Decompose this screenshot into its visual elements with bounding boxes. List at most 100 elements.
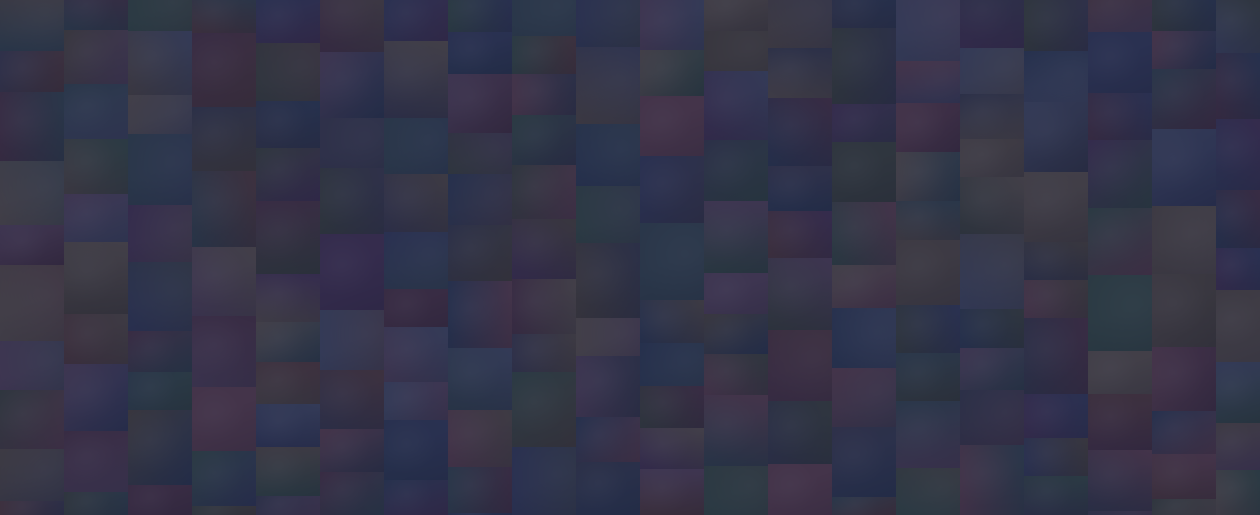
photo-tile [512, 372, 576, 447]
photo-tile [1088, 394, 1152, 450]
photo-tile [320, 472, 384, 515]
photo-tile [640, 0, 704, 50]
photo-tile [832, 497, 896, 515]
photo-tile [1216, 119, 1260, 190]
photo-tile [384, 289, 448, 327]
photo-tile [896, 201, 960, 240]
photo-tile [256, 201, 320, 274]
photo-tile [1024, 0, 1088, 51]
photo-tile [384, 382, 448, 420]
photo-tile [192, 0, 256, 33]
photo-tile [448, 467, 512, 513]
photo-tile [832, 427, 896, 497]
photo-tile [0, 92, 64, 161]
photo-tile [384, 0, 448, 41]
photo-tile [64, 194, 128, 242]
photo-tile [896, 152, 960, 201]
photo-tile [0, 390, 64, 449]
photo-tile [1216, 362, 1260, 423]
photo-tile [1152, 347, 1216, 411]
photo-tile [1088, 450, 1152, 511]
photo-tile [704, 395, 768, 466]
photo-tile [1024, 102, 1088, 172]
photo-tile [64, 431, 128, 492]
photo-tile [640, 428, 704, 469]
photo-tile [960, 94, 1024, 139]
photo-tile [640, 50, 704, 96]
photo-tile [448, 281, 512, 348]
photo-tile [768, 464, 832, 515]
photo-tile-grid [0, 0, 1260, 515]
photo-tile [1088, 0, 1152, 32]
photo-tile [192, 33, 256, 107]
photo-tile [576, 462, 640, 515]
photo-tile [704, 0, 768, 31]
photo-tile [1216, 290, 1260, 362]
photo-tile [512, 219, 576, 279]
photo-tile [704, 314, 768, 354]
photo-tile [256, 0, 320, 43]
photo-tile [384, 41, 448, 118]
photo-tile [320, 370, 384, 429]
photo-tile [192, 387, 256, 451]
photo-tile [64, 364, 128, 431]
photo-tile [832, 265, 896, 308]
photo-tile [832, 202, 896, 265]
photo-tile [960, 0, 1024, 48]
photo-tile [1152, 274, 1216, 347]
photo-tile [448, 348, 512, 410]
photo-tile [512, 279, 576, 334]
photo-tile [1088, 208, 1152, 275]
photo-tile [832, 104, 896, 142]
photo-tile [1024, 318, 1088, 394]
photo-tile [1152, 129, 1216, 206]
photo-tile [576, 243, 640, 318]
photo-tile [320, 429, 384, 472]
photo-tile [704, 354, 768, 395]
photo-tile [384, 174, 448, 232]
photo-tile [1152, 31, 1216, 69]
photo-tile [960, 348, 1024, 390]
photo-tile [0, 225, 64, 265]
photo-tile [64, 242, 128, 314]
photo-tile [64, 314, 128, 364]
photo-tile [1152, 454, 1216, 499]
photo-tile [64, 492, 128, 515]
photo-tile [1024, 394, 1088, 438]
photo-tile [512, 74, 576, 115]
photo-tile [256, 404, 320, 447]
photo-tile [896, 305, 960, 353]
photo-tile [832, 142, 896, 202]
photo-tile [1152, 0, 1216, 31]
photo-tile [256, 148, 320, 201]
photo-tile [640, 156, 704, 223]
photo-tile [128, 331, 192, 372]
photo-tile [960, 445, 1024, 515]
photo-tile [64, 0, 128, 30]
photo-tile [896, 401, 960, 468]
photo-tile [128, 410, 192, 485]
photo-tile [1088, 32, 1152, 93]
photo-tile [384, 480, 448, 515]
photo-tile [576, 356, 640, 417]
photo-tile [576, 417, 640, 462]
photo-tile [192, 107, 256, 171]
photo-tile [960, 309, 1024, 348]
photo-tile [1024, 172, 1088, 242]
photo-tile [768, 211, 832, 258]
photo-tile [704, 71, 768, 140]
photo-tile [1152, 411, 1216, 454]
photo-tile [1216, 53, 1260, 119]
photo-tile [768, 401, 832, 464]
photo-tile [1216, 0, 1260, 53]
photo-tile [128, 31, 192, 95]
photo-tile [448, 225, 512, 281]
photo-tile [704, 140, 768, 201]
photo-tile [1216, 190, 1260, 248]
photo-tile [256, 101, 320, 148]
photo-tile [0, 51, 64, 92]
photo-tile [448, 74, 512, 133]
photo-tile [768, 258, 832, 330]
photo-tile [64, 30, 128, 84]
photo-tile [704, 273, 768, 314]
